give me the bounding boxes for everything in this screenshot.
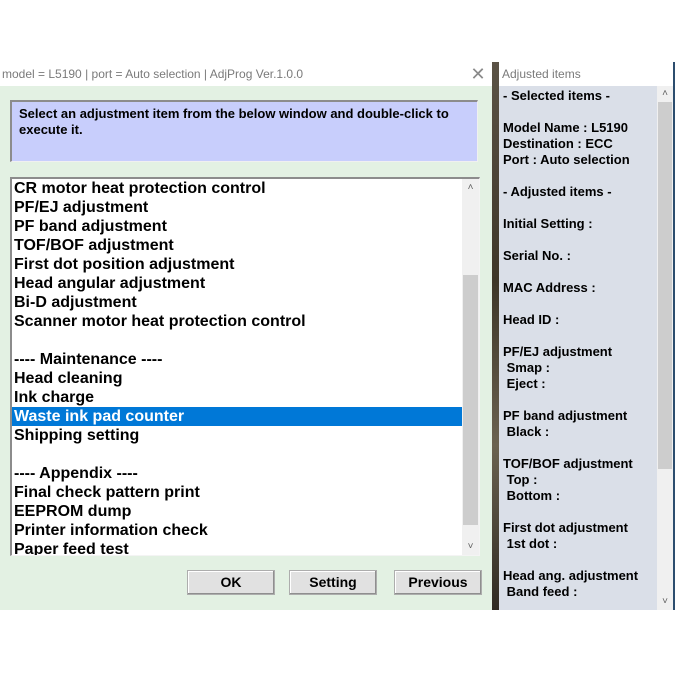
previous-button[interactable]: Previous xyxy=(394,570,482,595)
side-title-bar: Adjusted items xyxy=(499,62,669,86)
list-item[interactable]: EEPROM dump xyxy=(12,502,464,521)
list-item[interactable]: Scanner motor heat protection control xyxy=(12,312,464,331)
adjusted-item-line xyxy=(503,264,653,280)
list-item[interactable]: Shipping setting xyxy=(12,426,464,445)
adjusted-item-line: MAC Address : xyxy=(503,280,596,295)
list-item[interactable]: Paper feed test xyxy=(12,540,464,555)
side-panel-title: Adjusted items xyxy=(502,67,581,81)
adjusted-item-line: Top : xyxy=(503,472,538,487)
list-section-header[interactable]: ---- Appendix ---- xyxy=(12,464,464,483)
list-section-header[interactable]: ---- Maintenance ---- xyxy=(12,350,464,369)
adjusted-item-line: TOF/BOF adjustment xyxy=(503,456,633,471)
setting-button[interactable]: Setting xyxy=(289,570,377,595)
adjusted-item-line: Smap : xyxy=(503,360,550,375)
adjusted-item-line xyxy=(503,440,653,456)
adjusted-item-line: Bottom : xyxy=(503,488,561,503)
list-item[interactable]: CR motor heat protection control xyxy=(12,179,464,198)
adjusted-item-line: Destination : ECC xyxy=(503,136,613,151)
adjusted-item-line: 1st dot : xyxy=(503,536,558,551)
adjustment-item-list[interactable]: CR motor heat protection control PF/EJ ad… xyxy=(10,177,480,556)
list-items: CR motor heat protection control PF/EJ ad… xyxy=(12,179,464,555)
adjusted-item-line: Band feed : xyxy=(503,584,578,599)
list-item[interactable]: First dot position adjustment xyxy=(12,255,464,274)
adjusted-item-line xyxy=(503,200,653,216)
side-scrollbar[interactable]: ˄ ˅ xyxy=(657,86,673,610)
adjusted-item-line: - Adjusted items - xyxy=(503,184,612,199)
list-item[interactable]: Waste ink pad counter xyxy=(12,407,464,426)
adjusted-item-line xyxy=(503,296,653,312)
ok-button[interactable]: OK xyxy=(187,570,275,595)
adjusted-item-line: Port : Auto selection xyxy=(503,152,630,167)
adjusted-item-line xyxy=(503,392,653,408)
chevron-down-icon[interactable]: ˅ xyxy=(462,538,479,555)
adjusted-item-line: PF band adjustment xyxy=(503,408,628,423)
adjusted-item-line: Head ang. adjustment xyxy=(503,568,639,583)
close-icon[interactable]: ✕ xyxy=(468,64,488,84)
list-item[interactable]: Ink charge xyxy=(12,388,464,407)
adjusted-item-line xyxy=(503,328,653,344)
adjusted-item-line xyxy=(503,168,653,184)
instruction-text: Select an adjustment item from the below… xyxy=(19,106,449,137)
window-title: model = L5190 | port = Auto selection | … xyxy=(2,67,304,81)
list-item[interactable]: Head angular adjustment xyxy=(12,274,464,293)
adjusted-item-line xyxy=(503,104,653,120)
adjusted-item-line xyxy=(503,232,653,248)
chevron-up-icon[interactable]: ˄ xyxy=(657,86,673,102)
title-bar: model = L5190 | port = Auto selection | … xyxy=(0,62,492,86)
adjusted-item-line xyxy=(503,552,653,568)
adjusted-item-line: Head ID : xyxy=(503,312,560,327)
list-scroll-thumb[interactable] xyxy=(463,275,478,525)
adjusted-items-panel: Adjusted items - Selected items - Model … xyxy=(499,62,669,610)
list-item[interactable]: PF band adjustment xyxy=(12,217,464,236)
adjusted-items-text: - Selected items - Model Name : L5190 Des… xyxy=(503,88,653,600)
adjusted-item-line: Eject : xyxy=(503,376,546,391)
adjusted-item-line: PF/EJ adjustment xyxy=(503,344,613,359)
adjusted-item-line: Model Name : L5190 xyxy=(503,120,628,135)
adjusted-item-line: Initial Setting : xyxy=(503,216,593,231)
adjusted-item-line: - Selected items - xyxy=(503,88,610,103)
chevron-up-icon[interactable]: ˄ xyxy=(462,179,479,196)
adjusted-item-line: Serial No. : xyxy=(503,248,571,263)
adjusted-item-line: Black : xyxy=(503,424,550,439)
adjustment-dialog: model = L5190 | port = Auto selection | … xyxy=(0,62,492,610)
list-item[interactable]: TOF/BOF adjustment xyxy=(12,236,464,255)
list-item[interactable]: PF/EJ adjustment xyxy=(12,198,464,217)
list-item[interactable]: Printer information check xyxy=(12,521,464,540)
list-item[interactable]: Head cleaning xyxy=(12,369,464,388)
list-item[interactable]: Bi-D adjustment xyxy=(12,293,464,312)
adjusted-item-line xyxy=(503,504,653,520)
list-item[interactable]: Final check pattern print xyxy=(12,483,464,502)
side-scroll-thumb[interactable] xyxy=(658,102,672,469)
instruction-box: Select an adjustment item from the below… xyxy=(10,100,478,162)
chevron-down-icon[interactable]: ˅ xyxy=(657,594,673,610)
window-separator xyxy=(492,62,499,610)
list-scrollbar[interactable]: ˄ ˅ xyxy=(462,179,479,555)
adjusted-item-line: First dot adjustment xyxy=(503,520,628,535)
